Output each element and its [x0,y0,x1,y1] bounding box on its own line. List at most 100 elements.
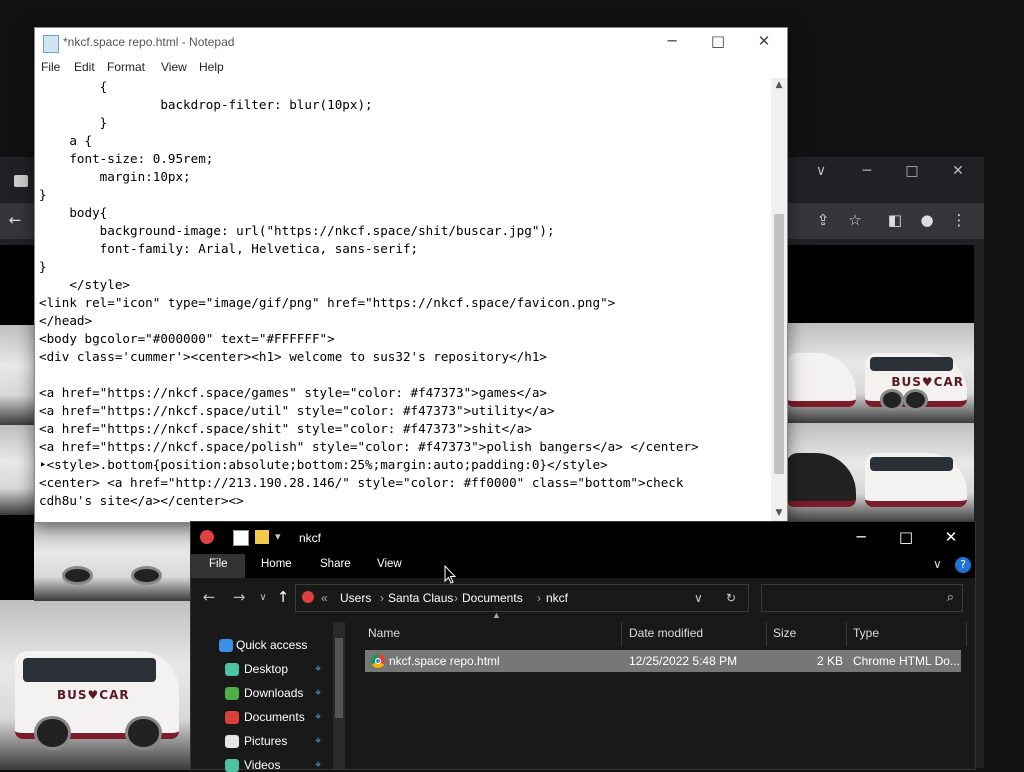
pin-icon: ⌖ [315,758,322,771]
profile-icon[interactable]: ● [916,211,938,229]
back-icon[interactable]: ← [4,211,26,229]
maximize-icon[interactable]: □ [703,32,733,50]
file-type: Chrome HTML Do... [853,654,960,668]
notepad-menubar: File Edit Format View Help [35,58,787,78]
code-line: body{ [39,205,108,220]
maximize-icon[interactable]: □ [897,163,927,179]
navigation-bar: ← → ∨ ↑ « Users › Santa Claus › Document… [191,578,975,618]
pin-icon: ⌖ [315,662,322,675]
sidebar-item-pictures[interactable]: Pictures [244,734,287,748]
chrome-html-file-icon [371,654,385,668]
column-type[interactable]: Type [853,626,879,640]
bus-image-tile: BUS♥CAR [856,323,974,423]
sort-arrow-icon: ▲ [492,610,501,620]
desktop-folder-icon [225,663,239,676]
downloads-folder-icon [225,687,239,700]
code-line: } [39,187,47,202]
text-editor-area[interactable]: { backdrop-filter: blur(10px); } a { fon… [37,78,771,514]
breadcrumb-nkcf[interactable]: nkcf [546,591,568,605]
code-line: <center> <a href="http://213.190.28.146/… [39,475,684,490]
code-line: background-image: url("https://nkcf.spac… [39,223,555,238]
close-icon[interactable]: ✕ [931,528,971,546]
help-icon[interactable]: ? [955,557,971,573]
window-title: nkcf [299,531,322,545]
sidebar-item-documents[interactable]: Documents [244,710,305,724]
code-line: a { [39,133,93,148]
code-line: font-family: Arial, Helvetica, sans-seri… [39,241,419,256]
navigation-pane-scrollbar[interactable] [333,622,345,769]
app-icon [200,530,214,544]
address-overflow[interactable]: « [321,591,328,605]
scroll-down-icon[interactable]: ▼ [771,508,787,518]
forward-icon[interactable]: → [229,588,249,606]
breadcrumb-santa-claus[interactable]: Santa Claus [388,591,453,605]
code-line: <a href="https://nkcf.space/shit" style=… [39,421,532,436]
properties-icon[interactable] [233,530,249,546]
documents-folder-icon [225,711,239,724]
breadcrumb-documents[interactable]: Documents [462,591,523,605]
notepad-titlebar: *nkcf.space repo.html - Notepad ─ □ ✕ [35,28,787,58]
file-row[interactable]: nkcf.space repo.html 12/25/2022 5:48 PM … [365,650,961,672]
menu-help[interactable]: Help [199,60,224,74]
column-size[interactable]: Size [773,626,796,640]
sidebar-item-videos[interactable]: Videos [244,758,280,772]
explorer-titlebar: ▾ nkcf ─ □ ✕ [191,522,975,554]
scrollbar-thumb[interactable] [774,214,784,474]
vertical-scrollbar[interactable]: ▲ ▼ [771,78,787,522]
minimize-icon[interactable]: ─ [657,32,687,50]
search-input[interactable]: ⌕ [761,584,963,612]
location-icon [302,591,314,603]
address-dropdown-icon[interactable]: ∨ [694,591,703,605]
file-explorer-window: ▾ nkcf ─ □ ✕ File Home Share View ∨ ? ← … [190,521,976,772]
scroll-up-icon[interactable]: ▲ [771,80,787,90]
tab-share[interactable]: Share [320,558,351,570]
menu-view[interactable]: View [161,60,187,74]
sidebar-item-quick-access[interactable]: Quick access [236,638,307,652]
minimize-icon[interactable]: ─ [841,528,881,546]
pin-icon: ⌖ [315,734,322,747]
quick-access-dropdown-icon[interactable]: ▾ [275,530,281,543]
refresh-icon[interactable]: ↻ [726,591,736,605]
window-title: *nkcf.space repo.html - Notepad [63,35,235,49]
share-icon[interactable]: ⇪ [812,211,834,229]
menu-format[interactable]: Format [107,60,145,74]
tab-search-icon[interactable]: ∨ [806,163,836,179]
maximize-icon[interactable]: □ [886,528,926,546]
back-icon[interactable]: ← [199,588,219,606]
bookmark-star-icon[interactable]: ☆ [844,211,866,229]
column-date-modified[interactable]: Date modified [629,626,703,640]
file-name: nkcf.space repo.html [389,654,500,668]
bus-image-tile [0,325,34,425]
menu-icon[interactable]: ⋮ [948,211,970,229]
code-line: cdh8u's site</a></center><> [39,493,244,508]
bus-image-tile [0,425,34,515]
videos-folder-icon [225,759,239,772]
recent-locations-icon[interactable]: ∨ [253,592,273,603]
column-name[interactable]: Name [368,626,400,640]
side-panel-icon[interactable]: ◧ [884,211,906,229]
breadcrumb-separator-icon: › [380,591,384,605]
close-icon[interactable]: ✕ [749,32,779,50]
code-line: } [39,259,47,274]
up-icon[interactable]: ↑ [273,588,293,606]
breadcrumb-users[interactable]: Users [340,591,371,605]
new-folder-icon[interactable] [255,530,269,544]
minimize-icon[interactable]: ─ [852,163,882,179]
notepad-icon [43,35,59,53]
sidebar-item-downloads[interactable]: Downloads [244,686,303,700]
tab-view[interactable]: View [377,558,402,570]
file-list: Name ▲ Date modified Size Type nkcf.spac… [351,610,975,769]
menu-edit[interactable]: Edit [74,60,95,74]
close-icon[interactable]: ✕ [943,163,973,179]
tab-home[interactable]: Home [261,558,292,570]
code-line: <a href="https://nkcf.space/util" style=… [39,403,555,418]
menu-file[interactable]: File [41,60,60,74]
code-line: ‣<style>.bottom{position:absolute;bottom… [39,457,608,472]
folder-tab-icon [14,175,28,187]
address-bar[interactable]: « Users › Santa Claus › Documents › nkcf… [295,584,749,612]
expand-ribbon-icon[interactable]: ∨ [933,557,942,571]
bus-image-tile [34,521,190,601]
tab-file[interactable]: File [209,558,228,570]
sidebar-item-desktop[interactable]: Desktop [244,662,288,676]
bus-logo-text: BUS♥CAR [57,688,130,703]
